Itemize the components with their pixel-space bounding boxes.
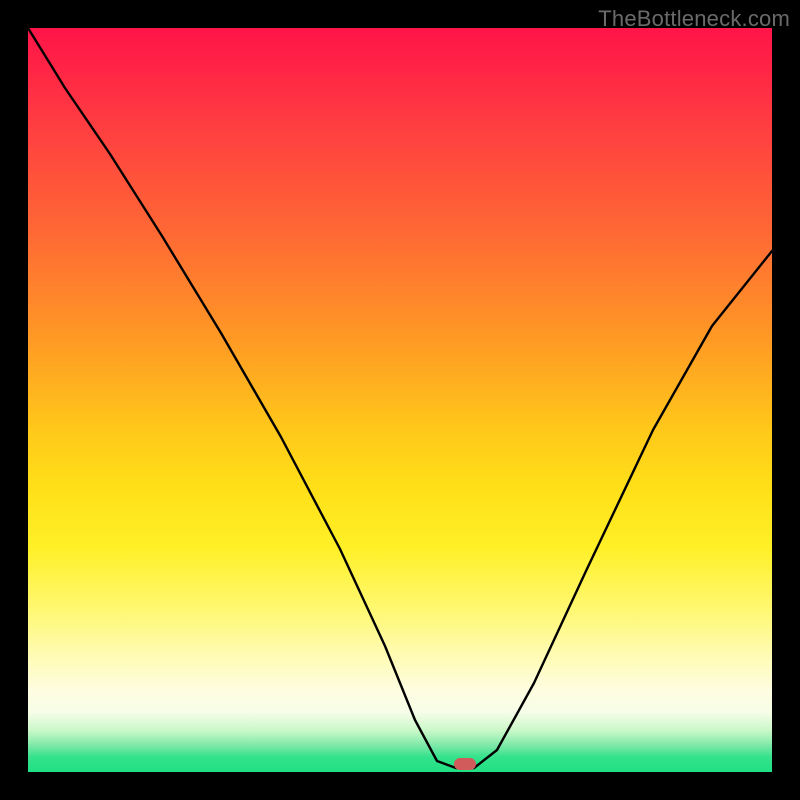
watermark-text: TheBottleneck.com bbox=[598, 6, 790, 32]
chart-frame: TheBottleneck.com bbox=[0, 0, 800, 800]
bottleneck-curve bbox=[28, 28, 772, 772]
curve-path bbox=[28, 28, 772, 768]
chart-plot-area bbox=[28, 28, 772, 772]
optimum-marker bbox=[454, 758, 476, 770]
